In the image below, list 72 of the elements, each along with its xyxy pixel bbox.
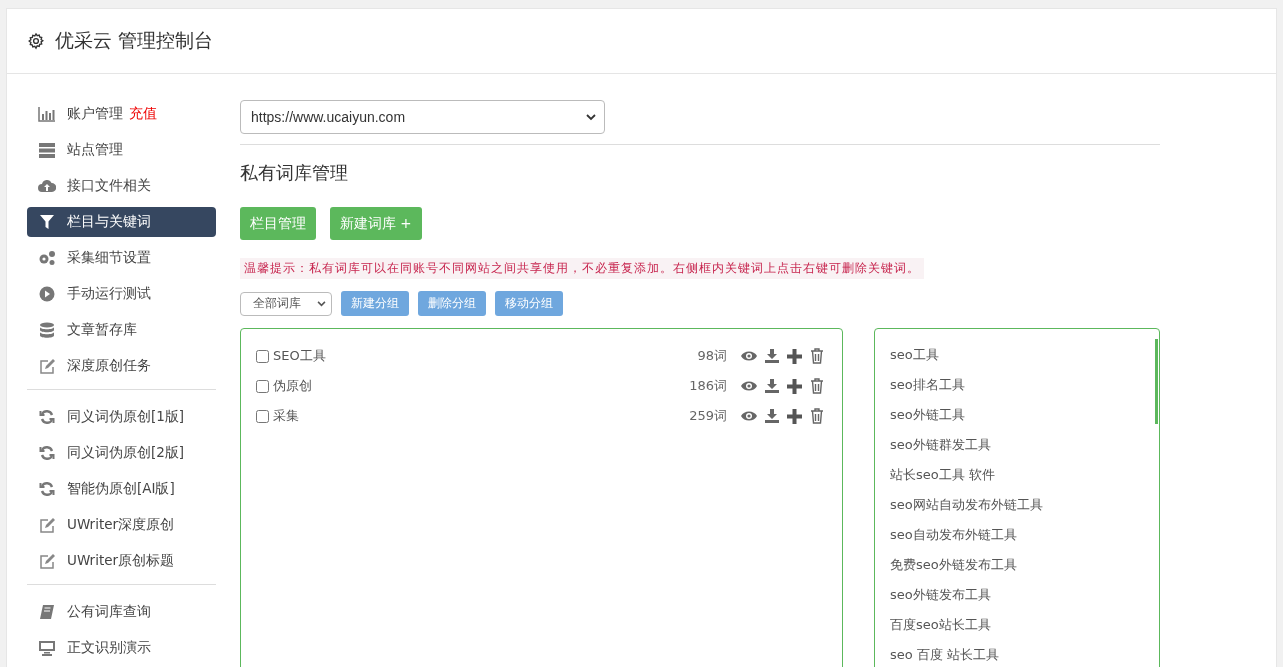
download-icon[interactable] — [765, 349, 779, 363]
keyword-item[interactable]: 站长seo工具 软件 — [890, 466, 995, 484]
word-count: 98词 — [697, 347, 727, 365]
sidebar-item[interactable]: 正文识别演示 — [27, 633, 216, 663]
monitor-icon — [38, 640, 56, 656]
sidebar-item[interactable]: 站点管理 — [27, 135, 216, 165]
keyword-item[interactable]: seo外链群发工具 — [890, 436, 991, 454]
library-name: 伪原创 — [273, 378, 312, 393]
sidebar-item[interactable]: 同义词伪原创[2版] — [27, 438, 216, 468]
console-title: 优采云 管理控制台 — [55, 28, 214, 53]
sidebar-item[interactable]: 深度原创任务 — [27, 351, 216, 381]
keyword-item[interactable]: seo排名工具 — [890, 376, 965, 394]
trash-icon[interactable] — [810, 408, 824, 424]
checkbox[interactable] — [256, 349, 269, 363]
site-select[interactable]: https://www.ucaiyun.com — [240, 100, 605, 134]
word-count: 259词 — [689, 407, 727, 425]
page-heading: 私有词库管理 — [240, 161, 349, 185]
plus-icon[interactable] — [787, 408, 802, 424]
filter-icon — [39, 214, 55, 230]
library-name: SEO工具 — [273, 348, 326, 363]
download-icon[interactable] — [765, 409, 779, 423]
bar-chart-icon — [38, 106, 56, 122]
keyword-item[interactable]: seo 百度 站长工具 — [890, 646, 999, 664]
keyword-item[interactable]: seo外链发布工具 — [890, 586, 991, 604]
refresh-icon — [39, 445, 55, 461]
sidebar-item[interactable]: 栏目与关键词 — [27, 207, 216, 237]
edit-icon — [38, 517, 56, 533]
gears-icon — [38, 250, 56, 266]
book-icon — [39, 604, 55, 620]
keyword-item[interactable]: seo网站自动发布外链工具 — [890, 496, 1043, 514]
sidebar-item[interactable]: 公有词库查询 — [27, 597, 216, 627]
sidebar-item[interactable]: 智能伪原创[AI版] — [27, 474, 216, 504]
keyword-item[interactable]: 免费seo外链发布工具 — [890, 556, 1017, 574]
plus-icon[interactable] — [787, 348, 802, 364]
settings-icon — [27, 32, 45, 50]
scrollbar[interactable] — [1155, 339, 1158, 424]
chevron-icon — [586, 113, 596, 121]
eye-icon[interactable] — [741, 350, 757, 362]
sidebar-item[interactable]: 手动运行测试 — [27, 279, 216, 309]
edit-icon — [38, 358, 56, 374]
database-icon — [39, 321, 55, 339]
keyword-item[interactable]: seo外链工具 — [890, 406, 965, 424]
eye-icon[interactable] — [741, 380, 757, 392]
download-icon[interactable] — [765, 379, 779, 393]
play-icon — [39, 286, 55, 302]
keyword-item[interactable]: 百度seo站长工具 — [890, 616, 991, 634]
checkbox[interactable] — [256, 409, 269, 423]
hint-text: 温馨提示：私有词库可以在同账号不同网站之间共享使用，不必重复添加。右侧框内关键词上点击右键可删除关键词。 — [240, 258, 924, 279]
server-icon — [38, 142, 56, 158]
checkbox[interactable] — [256, 379, 269, 393]
library-name: 采集 — [273, 408, 299, 423]
cloud-upload-icon — [38, 179, 56, 193]
sidebar-item[interactable]: UWriter原创标题 — [27, 546, 216, 576]
keyword-item[interactable]: seo自动发布外链工具 — [890, 526, 1017, 544]
sidebar-item[interactable]: 同义词伪原创[1版] — [27, 402, 216, 432]
group-select[interactable]: 全部词库 — [240, 291, 332, 316]
word-count: 186词 — [689, 377, 727, 395]
sidebar-item[interactable]: 账户管理 充值 — [27, 99, 216, 129]
trash-icon[interactable] — [810, 378, 824, 394]
sidebar-item[interactable]: 文章暂存库 — [27, 315, 216, 345]
sidebar-item[interactable]: 接口文件相关 — [27, 171, 216, 201]
chevron-icon — [317, 300, 326, 307]
trash-icon[interactable] — [810, 348, 824, 364]
plus-icon[interactable] — [787, 378, 802, 394]
edit-icon — [38, 553, 56, 569]
sidebar-item[interactable]: 采集细节设置 — [27, 243, 216, 273]
sidebar-item[interactable]: UWriter深度原创 — [27, 510, 216, 540]
recharge-link[interactable]: 充值 — [129, 105, 157, 123]
eye-icon[interactable] — [741, 410, 757, 422]
keyword-item[interactable]: seo工具 — [890, 346, 939, 364]
refresh-icon — [39, 409, 55, 425]
refresh-icon — [39, 481, 55, 497]
